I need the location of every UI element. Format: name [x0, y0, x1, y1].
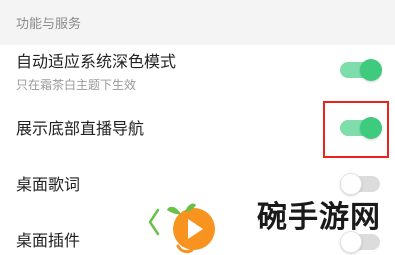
section-title: 功能与服务 [16, 17, 82, 32]
desktop-lyrics-toggle[interactable] [340, 173, 382, 195]
auto-dark-mode-toggle[interactable] [340, 59, 382, 81]
toggle-knob [360, 59, 382, 81]
row-desktop-widget-label: 桌面插件 [16, 231, 81, 250]
section-header: 功能与服务 [0, 0, 395, 45]
watermark: 碗手游网 [148, 194, 395, 255]
row-auto-dark-mode[interactable]: 自动适应系统深色模式 只在霜茶白主题下生效 [0, 45, 395, 100]
row-auto-dark-mode-subtitle: 只在霜茶白主题下生效 [16, 78, 137, 92]
row-live-nav-label: 展示底部直播导航 [16, 119, 145, 138]
row-auto-dark-mode-label: 自动适应系统深色模式 [16, 52, 177, 71]
orange-play-logo-icon [148, 203, 215, 254]
row-desktop-lyrics-label: 桌面歌词 [16, 175, 81, 194]
toggle-knob [340, 173, 362, 195]
watermark-text: 碗手游网 [257, 200, 381, 235]
highlight-box [323, 101, 389, 158]
